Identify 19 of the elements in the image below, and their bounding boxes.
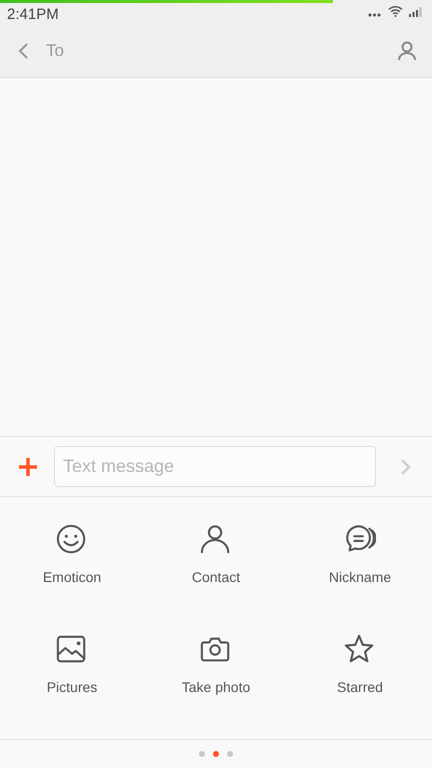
add-button[interactable] [18,456,38,476]
header-title: To [46,40,64,62]
attachment-button[interactable]: Nickname [288,523,432,633]
signal-icon [409,6,424,17]
contact-button[interactable] [398,41,416,61]
attachment-button[interactable]: Emoticon [0,523,144,633]
status-time: 2:41PM [7,5,59,25]
attachment-button[interactable]: Contact [144,523,288,633]
send-button[interactable] [400,458,412,476]
attachment-button[interactable]: Starred [288,633,432,743]
attachment-button[interactable]: Take photo [144,633,288,743]
attachment-button[interactable]: Pictures [0,633,144,743]
message-field[interactable]: Text message [54,446,376,487]
more-dots-icon [368,13,381,17]
page-dot[interactable] [199,750,205,756]
wifi-icon [388,5,403,17]
page-dot[interactable] [227,750,233,756]
page-dot[interactable] [213,750,219,756]
back-button[interactable] [16,42,30,60]
